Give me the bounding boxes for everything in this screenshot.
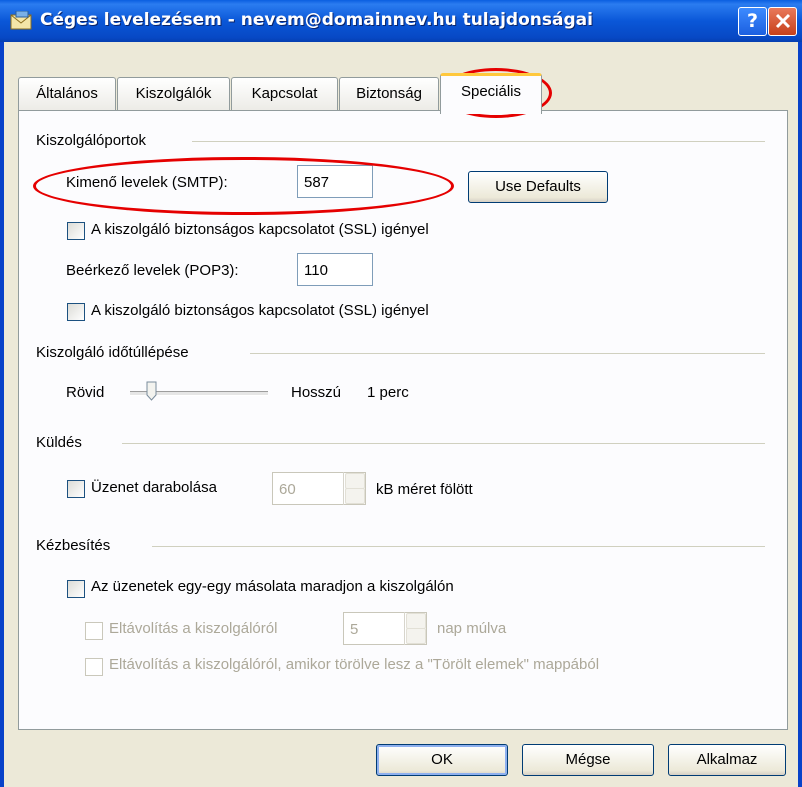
smtp-label: Kimenő levelek (SMTP):: [66, 174, 228, 191]
spin-up-button[interactable]: [406, 613, 426, 629]
group-title-server-timeout: Kiszolgáló időtúllépése: [36, 344, 189, 361]
timeout-value: 1 perc: [367, 384, 409, 401]
timeout-slider-thumb[interactable]: [146, 381, 157, 401]
keep-copy-checkbox[interactable]: [67, 580, 85, 598]
pop3-ssl-label: A kiszolgáló biztonságos kapcsolatot (SS…: [91, 302, 429, 319]
pop3-label: Beérkező levelek (POP3):: [66, 262, 239, 279]
tab-general[interactable]: Általános: [18, 77, 116, 111]
close-button[interactable]: [768, 7, 797, 36]
group-divider: [122, 443, 765, 444]
use-defaults-button[interactable]: Use Defaults: [468, 171, 608, 203]
remove-after-checkbox[interactable]: [85, 622, 103, 640]
split-size-unit: kB méret fölött: [376, 481, 473, 498]
pop3-ssl-checkbox[interactable]: [67, 303, 85, 321]
split-size-spinner[interactable]: [343, 472, 365, 505]
remove-after-unit: nap múlva: [437, 620, 507, 637]
spin-down-button[interactable]: [406, 628, 426, 644]
group-divider: [152, 546, 765, 547]
timeout-short-label: Rövid: [66, 384, 105, 401]
smtp-ssl-label: A kiszolgáló biztonságos kapcsolatot (SS…: [91, 221, 429, 238]
smtp-ssl-checkbox[interactable]: [67, 222, 85, 240]
help-button[interactable]: ?: [738, 7, 767, 36]
split-messages-checkbox[interactable]: [67, 480, 85, 498]
cancel-button[interactable]: Mégse: [522, 744, 654, 776]
group-title-server-ports: Kiszolgálóportok: [36, 132, 147, 149]
timeout-long-label: Hosszú: [291, 384, 342, 401]
tab-advanced[interactable]: Speciális: [440, 73, 542, 114]
close-icon: [775, 13, 790, 29]
window-frame-right: [798, 42, 802, 787]
window-frame-left: [0, 42, 4, 787]
keep-copy-label: Az üzenetek egy-egy másolata maradjon a …: [91, 578, 454, 595]
properties-dialog: Céges levelezésem - nevem@domainnev.hu t…: [0, 0, 802, 787]
spin-up-button[interactable]: [345, 473, 365, 489]
apply-button[interactable]: Alkalmaz: [668, 744, 786, 776]
pop3-port-input[interactable]: 110: [297, 253, 373, 286]
window-title: Céges levelezésem - nevem@domainnev.hu t…: [40, 10, 593, 30]
ok-button[interactable]: OK: [376, 744, 508, 776]
remove-when-deleted-checkbox[interactable]: [85, 658, 103, 676]
tab-security[interactable]: Biztonság: [339, 77, 439, 111]
tab-connection[interactable]: Kapcsolat: [231, 77, 338, 111]
spin-down-button[interactable]: [345, 488, 365, 504]
split-messages-label: Üzenet darabolása: [91, 479, 217, 496]
smtp-port-input[interactable]: 587: [297, 165, 373, 198]
mail-account-icon: [10, 11, 32, 30]
remove-after-label: Eltávolítás a kiszolgálóról: [109, 620, 278, 637]
tab-servers[interactable]: Kiszolgálók: [117, 77, 230, 111]
group-divider: [192, 141, 765, 142]
group-title-delivery: Kézbesítés: [36, 537, 111, 554]
title-bar[interactable]: Céges levelezésem - nevem@domainnev.hu t…: [0, 0, 802, 42]
group-title-sending: Küldés: [36, 434, 82, 451]
group-divider: [250, 353, 765, 354]
remove-after-spinner[interactable]: [404, 612, 426, 645]
remove-when-deleted-label: Eltávolítás a kiszolgálóról, amikor törö…: [109, 656, 600, 673]
